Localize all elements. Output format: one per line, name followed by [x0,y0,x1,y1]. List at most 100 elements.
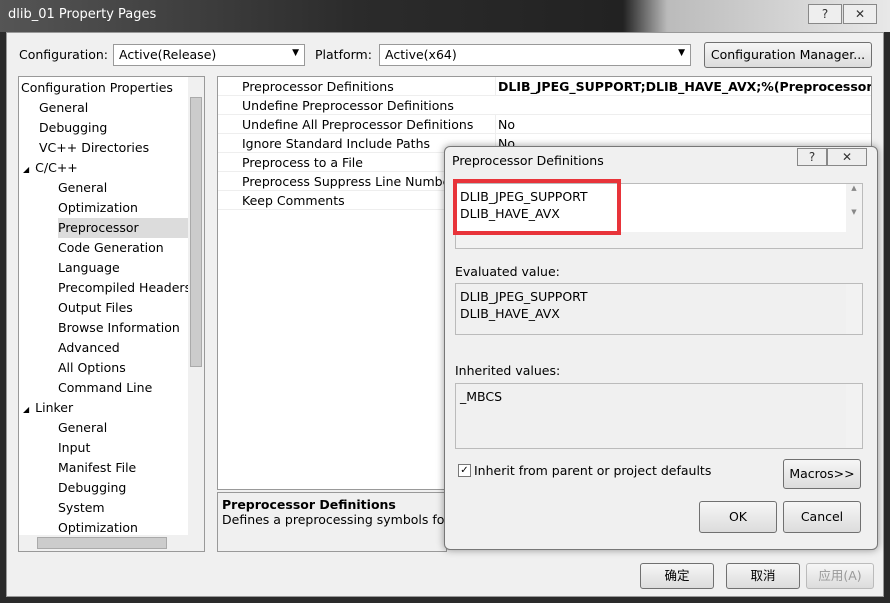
tree-item[interactable]: General [58,178,107,198]
tree-item[interactable]: Debugging [58,478,126,498]
property-name: Undefine Preprocessor Definitions [242,98,454,113]
description-text: Defines a preprocessing symbols for y [222,512,447,527]
tree-item[interactable]: Precompiled Headers [58,278,191,298]
property-name: Ignore Standard Include Paths [242,136,431,151]
tree-item[interactable]: Command Line [58,378,152,398]
configuration-manager-button[interactable]: Configuration Manager... [704,42,872,68]
expander-icon[interactable]: ◢ [23,165,29,174]
tree-item[interactable]: System [58,498,105,518]
tree-item-label: System [58,500,105,515]
tree-item-label: Preprocessor [58,220,139,235]
apply-button[interactable]: 应用(A) [806,563,874,589]
cancel-button[interactable]: Cancel [783,501,861,533]
tree-item[interactable]: VC++ Directories [39,138,149,158]
dialog-close-button[interactable]: ✕ [827,148,867,166]
tree-item-label: General [39,100,89,115]
scroll-thumb[interactable] [190,97,202,367]
property-name: Preprocess Suppress Line Numbers [242,174,462,189]
tree-item[interactable]: Code Generation [58,238,164,258]
title-bar: dlib_01 Property Pages ? ✕ [0,0,890,32]
description-title: Preprocessor Definitions [222,497,396,512]
tree-item[interactable]: Input [58,438,90,458]
preprocessor-definitions-dialog: Preprocessor Definitions ? ✕ DLIB_JPEG_S… [444,146,878,550]
evaluated-label: Evaluated value: [455,264,560,279]
chevron-down-icon: ▼ [292,48,299,58]
vertical-scrollbar[interactable] [846,384,862,448]
tree-item[interactable]: Configuration Properties [21,78,173,98]
tree-item[interactable]: Debugging [39,118,107,138]
tree-item-label: Advanced [58,340,120,355]
macros-button[interactable]: Macros>> [783,459,861,489]
vertical-scrollbar[interactable]: ▲ ▼ [846,184,862,248]
property-value[interactable]: No [495,115,515,134]
tree-item[interactable]: Preprocessor [58,218,204,238]
tree-item-label: Manifest File [58,460,137,475]
evaluated-text: DLIB_JPEG_SUPPORT DLIB_HAVE_AVX [460,289,588,321]
property-name: Keep Comments [242,193,345,208]
tree-item[interactable]: Optimization [58,198,138,218]
tree-item-label: Output Files [58,300,133,315]
expander-icon[interactable]: ◢ [23,405,29,414]
inherit-label: Inherit from parent or project defaults [474,463,712,478]
inherit-checkbox[interactable]: ✓ [458,464,471,477]
tree-item-label: General [58,420,108,435]
platform-label: Platform: [315,47,372,62]
tree-item[interactable]: General [58,418,107,438]
tree-item-label: Browse Information [58,320,180,335]
platform-value: Active(x64) [385,47,457,62]
property-name: Preprocess to a File [242,155,363,170]
tree-item-label: Linker [35,400,74,415]
tree-item-label: Optimization [58,200,138,215]
tree-item-label: Debugging [39,120,108,135]
vertical-scrollbar[interactable] [846,284,862,334]
ok-button[interactable]: OK [699,501,777,533]
dialog-title: Preprocessor Definitions [452,153,604,168]
configuration-dropdown[interactable]: Active(Release) ▼ [113,44,305,66]
tree-horizontal-scrollbar[interactable] [19,535,204,551]
help-button[interactable]: ? [808,4,842,24]
confirm-button[interactable]: 确定 [640,563,714,589]
tree-item[interactable]: Output Files [58,298,133,318]
close-button[interactable]: ✕ [843,4,877,24]
tree-item[interactable]: ◢ C/C++ [23,158,78,178]
footer-cancel-button[interactable]: 取消 [726,563,800,589]
tree-item[interactable]: General [39,98,88,118]
chevron-down-icon: ▼ [678,48,685,58]
description-panel: Preprocessor Definitions Defines a prepr… [217,492,447,552]
property-value[interactable]: DLIB_JPEG_SUPPORT;DLIB_HAVE_AVX;%(Prepro… [495,77,871,96]
property-name: Preprocessor Definitions [242,79,394,94]
tree-item-label: Code Generation [58,240,164,255]
tree-vertical-scrollbar[interactable] [188,77,204,535]
inherited-box: _MBCS [455,383,863,449]
tree-item[interactable]: Language [58,258,120,278]
dialog-help-button[interactable]: ? [797,148,827,166]
configuration-value: Active(Release) [119,47,217,62]
evaluated-box: DLIB_JPEG_SUPPORT DLIB_HAVE_AVX [455,283,863,335]
tree-item[interactable]: Browse Information [58,318,180,338]
tree-item-label: Language [58,260,120,275]
tree-item-label: Input [58,440,91,455]
tree-item[interactable]: ◢ Linker [23,398,73,418]
highlight-box [453,179,621,235]
inherited-label: Inherited values: [455,363,561,378]
tree-item-label: Optimization [58,520,138,535]
tree-item-label: Command Line [58,380,153,395]
property-name: Undefine All Preprocessor Definitions [242,117,474,132]
window-title: dlib_01 Property Pages [8,7,157,22]
tree-item-label: Debugging [58,480,127,495]
scroll-thumb[interactable] [37,537,167,549]
platform-dropdown[interactable]: Active(x64) ▼ [379,44,691,66]
tree-item-label: General [58,180,108,195]
grid-row[interactable]: Undefine All Preprocessor Definitions No [218,115,871,134]
tree-item[interactable]: Manifest File [58,458,136,478]
property-tree: Configuration Properties General Debugging… [18,76,205,552]
tree-item-label: C/C++ [35,160,78,175]
tree-item[interactable]: All Options [58,358,126,378]
tree-item-label: Configuration Properties [21,80,173,95]
tree-item-label: Precompiled Headers [58,280,192,295]
grid-row[interactable]: Preprocessor Definitions DLIB_JPEG_SUPPOR… [218,77,871,96]
tree-item-label: All Options [58,360,126,375]
tree-item[interactable]: Advanced [58,338,120,358]
grid-row[interactable]: Undefine Preprocessor Definitions [218,96,871,115]
inherited-text: _MBCS [460,389,503,404]
